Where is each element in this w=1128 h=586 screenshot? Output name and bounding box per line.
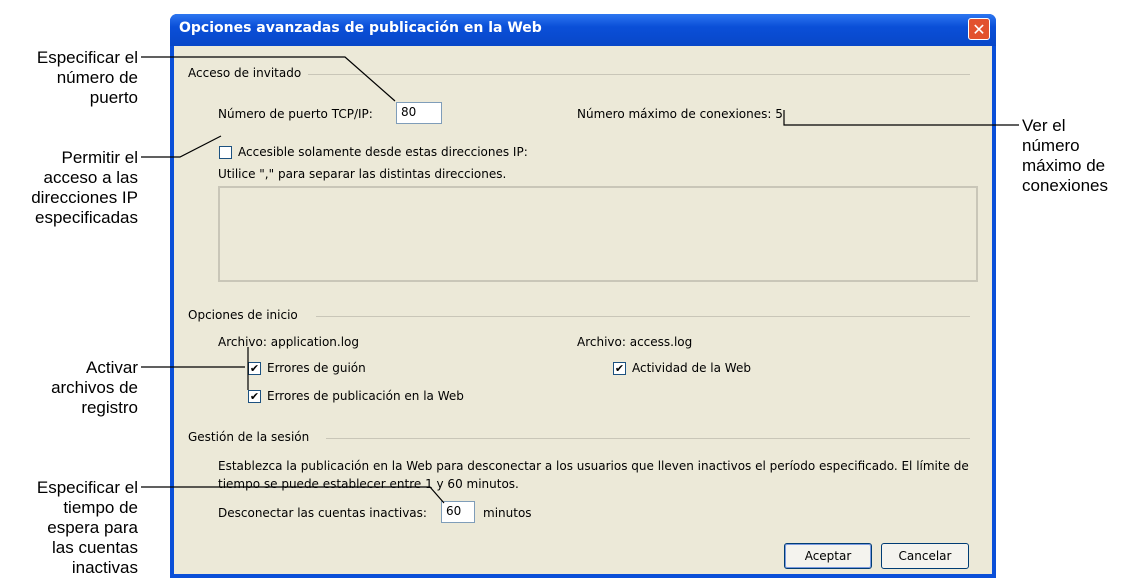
timeout-label: Desconectar las cuentas inactivas:	[218, 506, 427, 520]
ip-only-checkbox[interactable]	[219, 146, 232, 159]
dialog-body: Acceso de invitado Número de puerto TCP/…	[174, 46, 992, 574]
cancel-button[interactable]: Cancelar	[881, 543, 969, 569]
callout-max-connections: Ver el número máximo de conexiones	[1022, 116, 1109, 195]
session-description-line1: Establezca la publicación en la Web para…	[218, 459, 969, 473]
max-connections-label: Número máximo de conexiones: 5	[577, 107, 783, 121]
ok-button[interactable]: Aceptar	[784, 543, 872, 569]
application-log-label: Archivo: application.log	[218, 335, 360, 349]
logging-heading: Opciones de inicio	[188, 308, 298, 322]
callout-port-number: Especificar el número de puerto	[36, 48, 138, 107]
publish-errors-label[interactable]: Errores de publicación en la Web	[267, 389, 464, 403]
web-activity-label[interactable]: Actividad de la Web	[632, 361, 751, 375]
ip-address-field[interactable]	[218, 186, 978, 282]
timeout-input[interactable]: 60	[441, 501, 475, 523]
port-label: Número de puerto TCP/IP:	[218, 107, 373, 121]
callout-ip-access: Permitir el acceso a las direcciones IP …	[31, 148, 138, 227]
advanced-web-publishing-dialog: Opciones avanzadas de publicación en la …	[170, 14, 996, 578]
callout-timeout: Especificar el tiempo de espera para las…	[36, 478, 138, 577]
guest-access-divider	[308, 74, 970, 75]
timeout-unit: minutos	[483, 506, 532, 520]
callout-log-files: Activar archivos de registro	[51, 358, 138, 417]
close-icon[interactable]: ✕	[968, 18, 990, 40]
session-description-line2: tiempo se puede establecer entre 1 y 60 …	[218, 477, 519, 491]
ip-hint-text: Utilice "," para separar las distintas d…	[218, 167, 507, 181]
guest-access-heading: Acceso de invitado	[188, 66, 302, 80]
dialog-title: Opciones avanzadas de publicación en la …	[179, 20, 542, 36]
ip-only-label[interactable]: Accesible solamente desde estas direccio…	[238, 145, 528, 159]
access-log-label: Archivo: access.log	[577, 335, 693, 349]
script-errors-checkbox[interactable]: ✔	[248, 362, 261, 375]
script-errors-label[interactable]: Errores de guión	[267, 361, 366, 375]
web-activity-checkbox[interactable]: ✔	[613, 362, 626, 375]
publish-errors-checkbox[interactable]: ✔	[248, 390, 261, 403]
logging-divider	[316, 316, 970, 317]
port-input[interactable]: 80	[396, 102, 442, 124]
session-divider	[326, 438, 970, 439]
title-bar[interactable]: Opciones avanzadas de publicación en la …	[170, 14, 996, 46]
session-heading: Gestión de la sesión	[188, 430, 310, 444]
